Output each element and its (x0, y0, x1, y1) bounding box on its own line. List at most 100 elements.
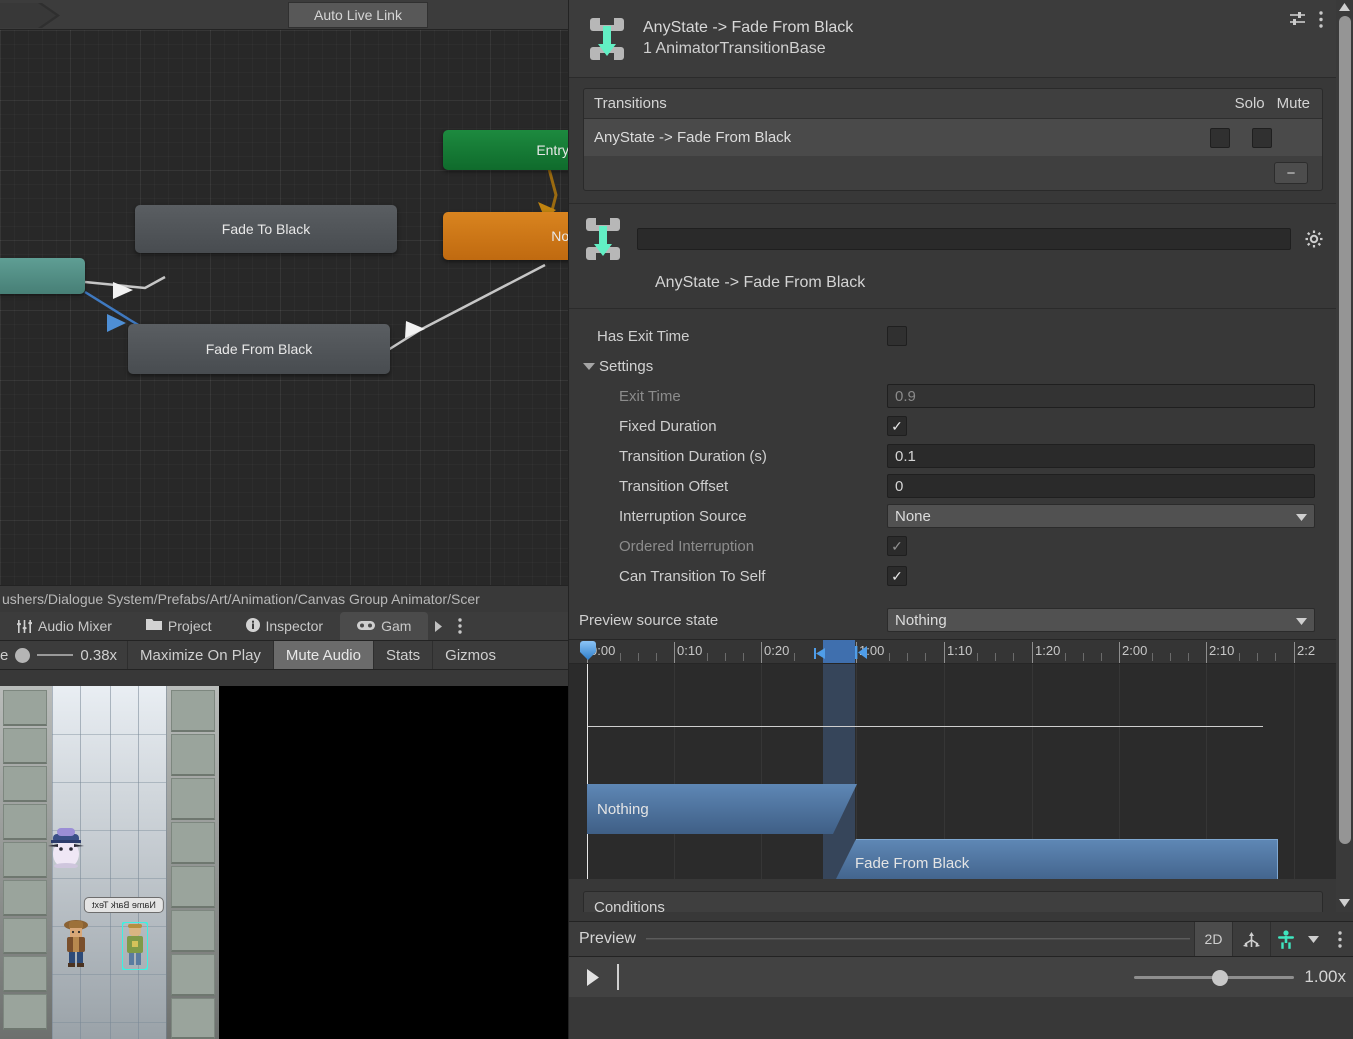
transition-offset-label: Transition Offset (619, 477, 729, 495)
tab-overflow-arrow-icon[interactable] (428, 612, 449, 640)
tab-game[interactable]: Gam (340, 612, 429, 640)
game-scale-track[interactable] (37, 654, 74, 656)
transition-name-field[interactable] (637, 228, 1291, 250)
scroll-up-arrow-icon[interactable] (1336, 0, 1353, 14)
solo-checkbox[interactable] (1210, 127, 1230, 148)
settings-foldout[interactable]: Settings (569, 351, 1337, 381)
preview-kebab-menu-icon[interactable] (1326, 922, 1353, 956)
stats-button[interactable]: Stats (372, 641, 432, 669)
timeline-selection-ruler[interactable] (823, 640, 855, 663)
mute-checkbox[interactable] (1252, 127, 1272, 148)
timeline-ruler[interactable]: 0:00 0:10 0:20 1:00 1:10 1:20 2:00 2:10 … (569, 640, 1337, 664)
breadcrumb-chevron-icon[interactable] (0, 3, 60, 28)
gizmos-label: Gizmos (445, 646, 497, 664)
graph-node-nothing[interactable]: Not (443, 212, 568, 260)
chevron-down-icon (1296, 508, 1307, 525)
game-view-toolbar: e 0.38x Maximize On Play Mute Audio Stat… (0, 641, 568, 670)
timeline-tick-label: 2:2 (1297, 643, 1316, 658)
transition-list-row[interactable]: AnyState -> Fade From Black (584, 119, 1322, 156)
transition-start-handle-icon[interactable] (814, 647, 826, 662)
audio-mixer-icon (17, 619, 33, 633)
has-exit-time-checkbox[interactable] (887, 326, 907, 346)
timeline-clip-destination[interactable]: Fade From Black (832, 839, 1278, 879)
transitions-header-label: Transitions (594, 95, 667, 112)
tab-label: Gam (381, 618, 412, 634)
timeline-body[interactable]: Nothing Fade From Black (569, 664, 1337, 879)
timeline-clip-source[interactable]: Nothing (587, 784, 857, 834)
prop-ordered-interruption: Ordered Interruption ✓ (569, 531, 1337, 561)
playback-speed-slider[interactable] (1134, 969, 1295, 986)
animator-graph-canvas[interactable]: te Fade To Black Fade From Black Entry N… (0, 30, 568, 585)
conditions-box: Conditions (583, 891, 1323, 912)
fixed-duration-checkbox[interactable]: ✓ (887, 416, 907, 436)
tab-menu-kebab-icon[interactable] (449, 612, 471, 640)
graph-edges (84, 164, 558, 352)
timeline-tick-label: 2:10 (1209, 643, 1235, 658)
bark-text-label: Name Bark Text (92, 900, 156, 910)
inspector-scroll-thumb[interactable] (1339, 16, 1351, 844)
transitions-header: Transitions Solo Mute (584, 89, 1322, 119)
preset-icon[interactable] (1289, 10, 1307, 31)
exit-time-field[interactable]: 0.9 (887, 384, 1315, 408)
interruption-source-dropdown[interactable]: None (887, 504, 1315, 528)
info-icon (245, 617, 260, 635)
preview-2d-label: 2D (1204, 931, 1223, 947)
avatar-icon[interactable] (1270, 922, 1300, 956)
transition-duration-label: Transition Duration (s) (619, 447, 767, 465)
playback-speed-knob[interactable] (1212, 969, 1229, 986)
graph-node-anystate[interactable]: te (0, 258, 85, 294)
asset-path-breadcrumb[interactable]: ushers/Dialogue System/Prefabs/Art/Anima… (0, 585, 568, 612)
conditions-header: Conditions (584, 892, 1322, 912)
graph-node-fade-from-black[interactable]: Fade From Black (128, 324, 390, 374)
timeline-tick-label: 1:10 (947, 643, 973, 658)
transition-duration-field[interactable]: 0.1 (887, 444, 1315, 468)
pivot-axis-icon[interactable] (1232, 922, 1270, 956)
play-button[interactable] (569, 957, 617, 997)
exit-time-label: Exit Time (619, 387, 681, 405)
conditions-label: Conditions (594, 899, 665, 912)
folder-icon (145, 618, 162, 634)
graph-node-label: Fade To Black (221, 221, 311, 237)
ordered-interruption-checkbox[interactable]: ✓ (887, 536, 907, 556)
prop-fixed-duration: Fixed Duration ✓ (569, 411, 1337, 441)
can-transition-to-self-checkbox[interactable]: ✓ (887, 566, 907, 586)
transition-end-handle-icon[interactable] (855, 646, 868, 662)
gear-icon[interactable] (1305, 230, 1323, 248)
maximize-on-play-button[interactable]: Maximize On Play (127, 641, 273, 669)
tab-project[interactable]: Project (129, 612, 229, 640)
inspector-kebab-menu-icon[interactable] (1319, 10, 1323, 31)
scroll-down-arrow-icon[interactable] (1336, 896, 1353, 910)
solo-column-label: Solo (1234, 95, 1265, 112)
inspector-scrollbar[interactable] (1336, 0, 1353, 912)
timeline-tick-label: 0:20 (764, 643, 790, 658)
gizmos-button[interactable]: Gizmos (432, 641, 508, 669)
graph-node-entry[interactable]: Entry (443, 130, 568, 170)
preview-2d-toggle[interactable]: 2D (1194, 922, 1232, 956)
tab-audio-mixer[interactable]: Audio Mixer (0, 612, 129, 640)
avatar-dropdown-arrow-icon[interactable] (1300, 922, 1326, 956)
auto-live-link-button[interactable]: Auto Live Link (288, 2, 428, 28)
remove-transition-label: − (1286, 164, 1296, 182)
graph-node-fade-to-black[interactable]: Fade To Black (135, 205, 397, 253)
game-view[interactable]: Name Bark Text (0, 686, 568, 1039)
transition-timeline[interactable]: 0:00 0:10 0:20 1:00 1:10 1:20 2:00 2:10 … (569, 639, 1337, 879)
inspector-subtitle: 1 AnimatorTransitionBase (643, 40, 826, 57)
transition-properties: Has Exit Time Settings Exit Time 0.9 Fix… (569, 308, 1337, 635)
game-scale-knob[interactable] (15, 647, 31, 663)
mute-audio-button[interactable]: Mute Audio (272, 641, 373, 669)
sprite-npc-selected (122, 922, 148, 970)
transition-offset-field[interactable]: 0 (887, 474, 1315, 498)
preview-source-state-dropdown[interactable]: Nothing (887, 608, 1315, 632)
remove-transition-button[interactable]: − (1274, 162, 1308, 184)
playhead-divider (617, 964, 619, 990)
transitions-footer: − (584, 156, 1322, 190)
has-exit-time-label: Has Exit Time (597, 327, 690, 345)
preview-title: Preview (579, 930, 636, 947)
timeline-tick-label: 0:10 (677, 643, 703, 658)
transitions-box: Transitions Solo Mute AnyState -> Fade F… (583, 88, 1323, 191)
game-scale-slider[interactable]: e 0.38x (0, 641, 127, 669)
tab-inspector[interactable]: Inspector (229, 612, 341, 640)
chevron-down-icon (583, 362, 595, 370)
timeline-playhead-line (587, 664, 588, 879)
timeline-transition-region[interactable] (823, 664, 855, 879)
